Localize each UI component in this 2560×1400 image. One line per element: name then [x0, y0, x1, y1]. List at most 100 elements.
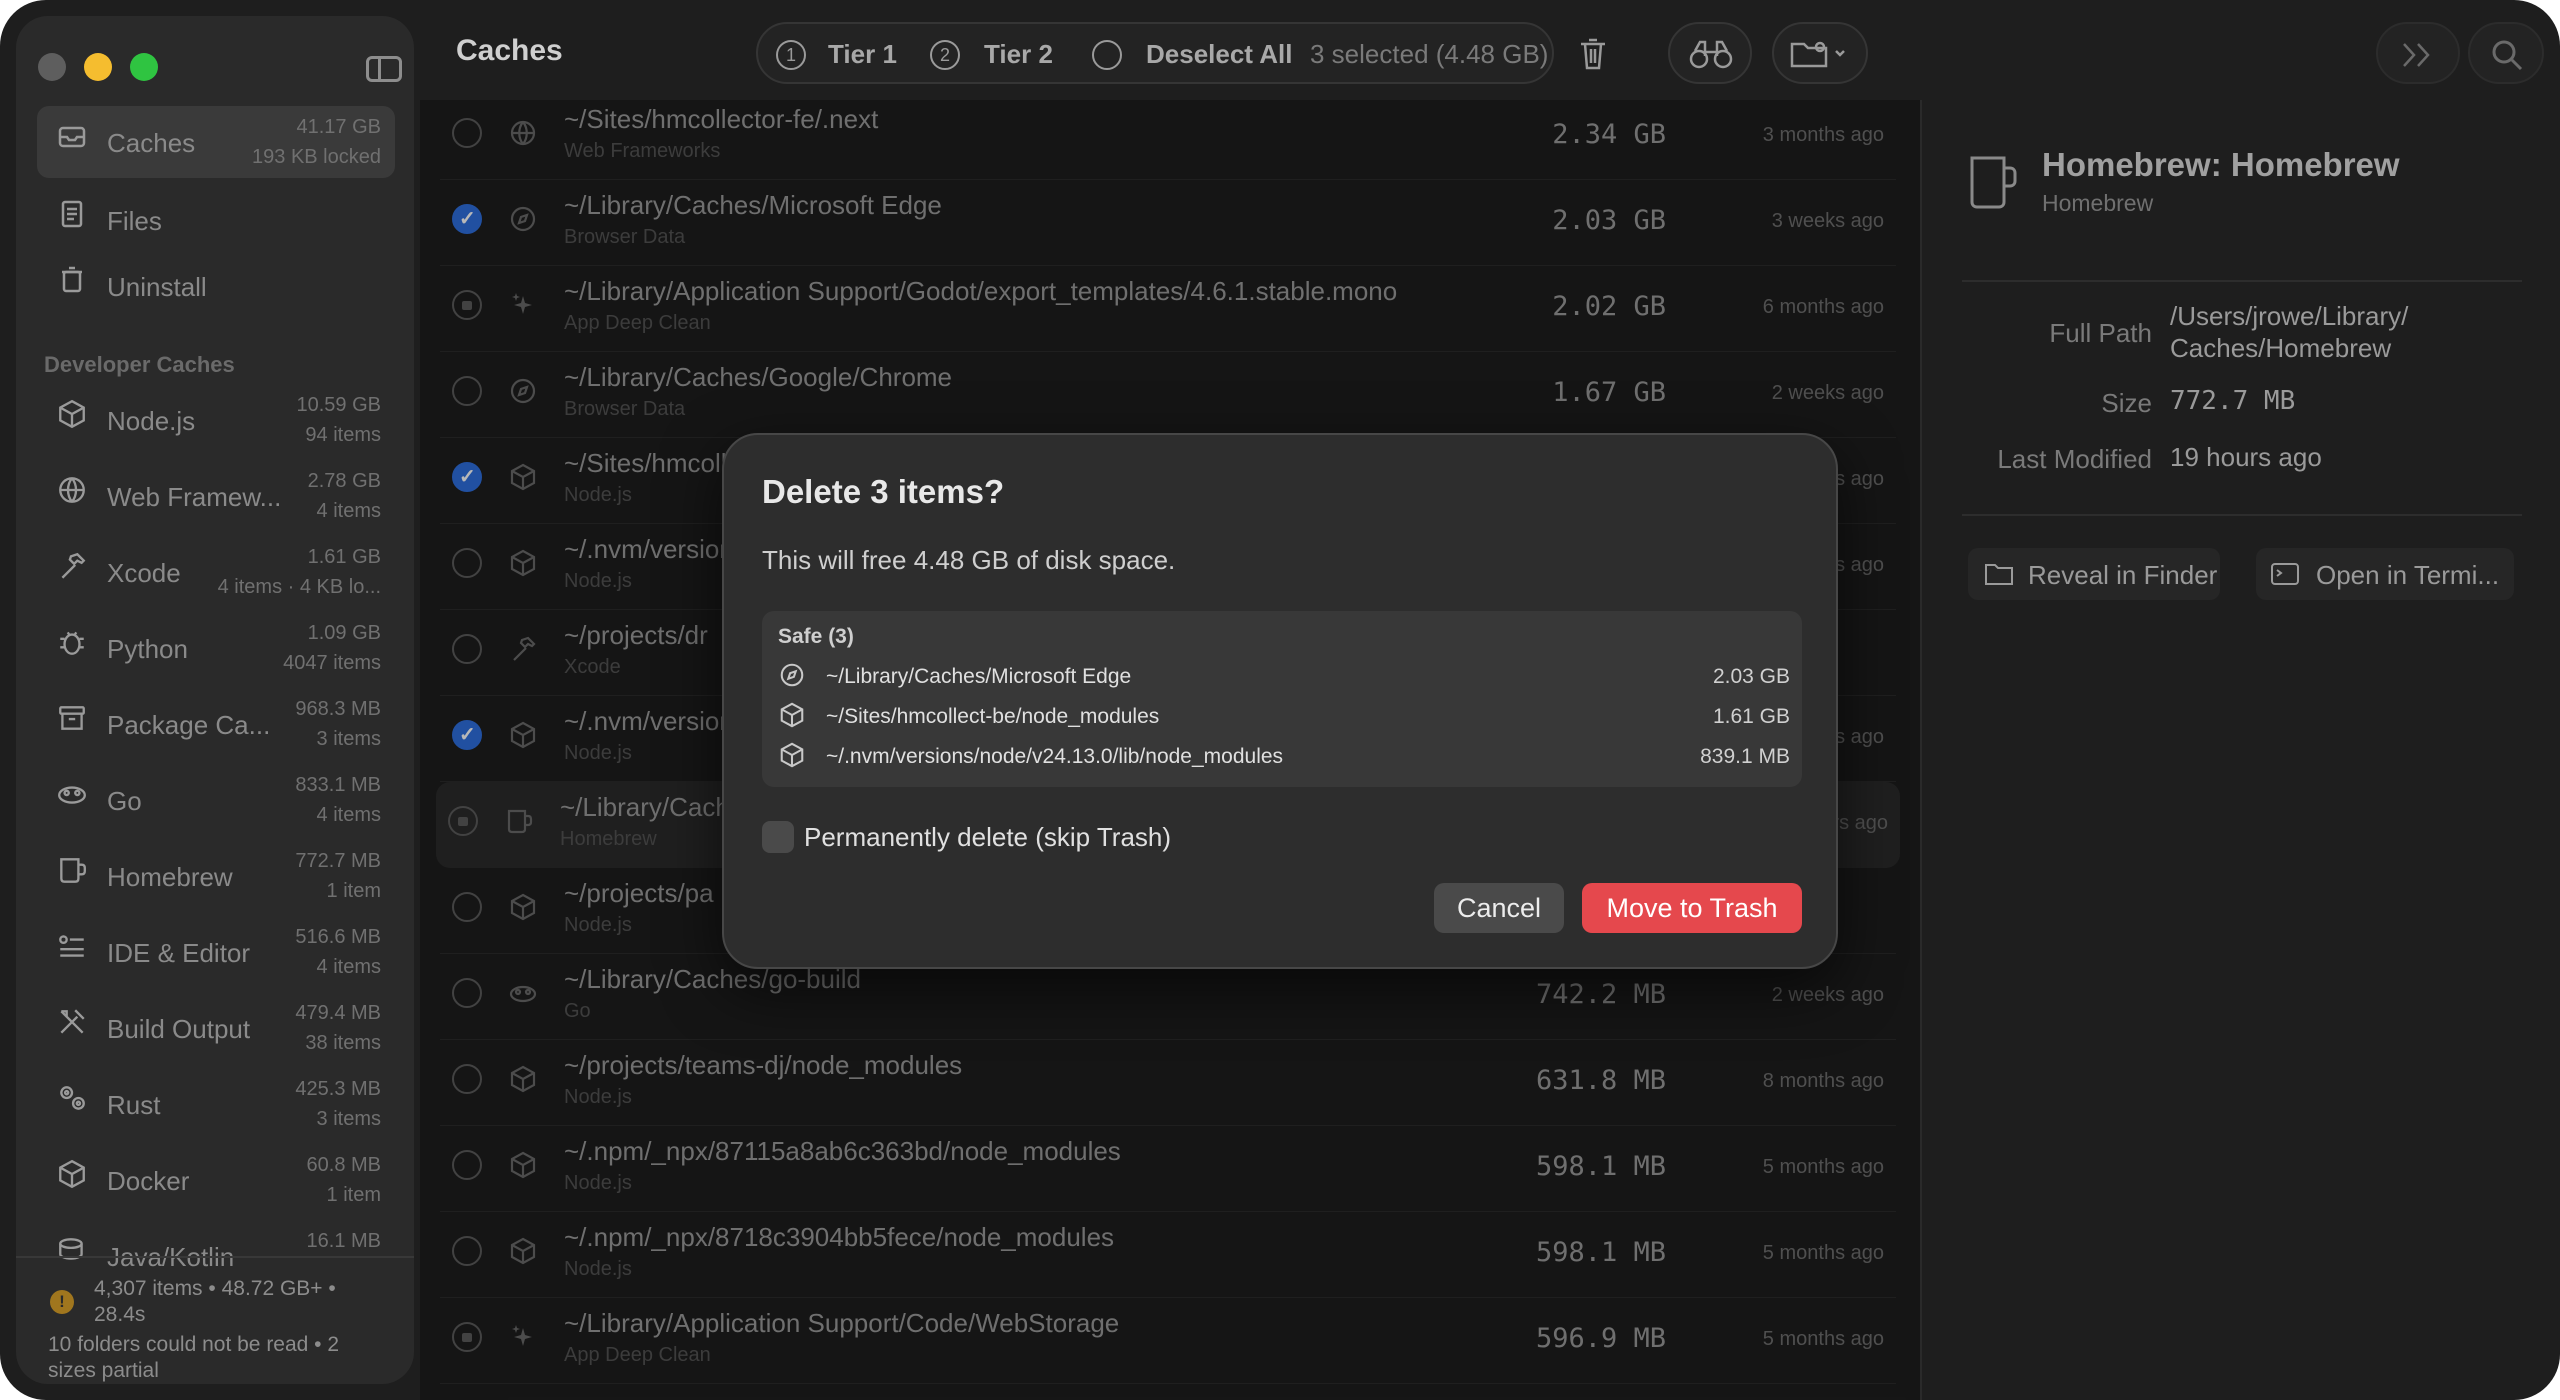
modified-value: 19 hours ago [2170, 442, 2322, 472]
sidebar-item-label: Rust [107, 1090, 161, 1120]
mug-icon [1966, 150, 2018, 210]
dialog-item: ~/Sites/hmcollect-be/node_modules 1.61 GB [778, 699, 1790, 735]
terminal-label: Open in Termi... [2316, 560, 2500, 590]
dialog-item-group: Safe (3) ~/Library/Caches/Microsoft Edge… [762, 611, 1802, 787]
section-title: Developer Caches [44, 352, 235, 377]
divider [1962, 280, 2522, 282]
delete-dialog: Delete 3 items? This will free 4.48 GB o… [722, 433, 1838, 969]
document-icon [55, 198, 89, 232]
sidebar-item-label: Uninstall [107, 272, 207, 302]
search-button[interactable] [2468, 22, 2544, 84]
sidebar-item-detail: 193 KB locked [252, 146, 381, 168]
open-in-terminal-button[interactable]: Open in Termi... [2256, 548, 2514, 600]
sidebar-item-size: 1.09 GB [307, 622, 381, 644]
minimize-window-button[interactable] [84, 53, 112, 81]
sidebar-item-label: Node.js [107, 406, 196, 436]
sidebar-item-label: IDE & Editor [107, 938, 251, 968]
sidebar-item-size: 516.6 MB [295, 926, 381, 948]
sidebar-item-detail: 38 items [305, 1032, 381, 1054]
sidebar-item-homebrew[interactable]: Homebrew 772.7 MB 1 item [37, 840, 395, 912]
sidebar-item-detail: 4 items · 4 KB lo... [217, 576, 381, 598]
sidebar-item-go[interactable]: Go 833.1 MB 4 items [37, 764, 395, 836]
sidebar-item-caches[interactable]: Caches 41.17 GB 193 KB locked [37, 106, 395, 178]
sidebar-item-size: 833.1 MB [295, 774, 381, 796]
dialog-item-size: 2.03 GB [1712, 665, 1790, 688]
dialog-title: Delete 3 items? [762, 473, 1005, 510]
tier-2-icon: 2 [930, 40, 960, 70]
sidebar-item-node-js[interactable]: Node.js 10.59 GB 94 items [37, 384, 395, 456]
sidebar-item-label: Go [107, 786, 142, 816]
dialog-message: This will free 4.48 GB of disk space. [762, 545, 1176, 575]
folder-settings-button[interactable] [1772, 22, 1868, 84]
deselect-all-button[interactable]: Deselect All [1146, 39, 1292, 70]
sidebar-item-docker[interactable]: Docker 60.8 MB 1 item [37, 1144, 395, 1216]
sidebar-item-label: Python [107, 634, 188, 664]
warning-icon: ! [50, 1290, 74, 1314]
move-to-trash-button[interactable]: Move to Trash [1582, 883, 1802, 933]
sidebar-item-size: 60.8 MB [306, 1154, 381, 1176]
sidebar-item-label: Build Output [107, 1014, 251, 1044]
sidebar-item-size: 968.3 MB [295, 698, 381, 720]
sidebar-item-detail: 3 items [316, 728, 381, 750]
permanent-delete-label[interactable]: Permanently delete (skip Trash) [804, 822, 1171, 853]
cube-icon [778, 701, 808, 731]
close-window-button[interactable] [38, 53, 66, 81]
sidebar-item-size: 425.3 MB [295, 1078, 381, 1100]
tier-2-button[interactable]: Tier 2 [984, 39, 1053, 70]
sidebar-item-ide-editor[interactable]: IDE & Editor 516.6 MB 4 items [37, 916, 395, 988]
sidebar-item-label: Web Framew... [107, 482, 282, 512]
status-bar: ! 4,307 items • 48.72 GB+ • 28.4s 10 fol… [16, 1256, 414, 1384]
sidebar-item-detail: 94 items [305, 424, 381, 446]
gopher-icon [55, 778, 89, 812]
dialog-item-path: ~/Sites/hmcollect-be/node_modules [826, 705, 1160, 728]
dialog-item-path: ~/.nvm/versions/node/v24.13.0/lib/node_m… [826, 745, 1284, 768]
sidebar-item-size: 16.1 MB [306, 1230, 381, 1252]
sidebar-item-size: 41.17 GB [296, 116, 381, 138]
cube-icon [55, 398, 89, 432]
cube-icon [778, 741, 808, 771]
sidebar-item-label: Docker [107, 1166, 190, 1196]
sidebar-item-files[interactable]: Files [37, 184, 395, 256]
reveal-label: Reveal in Finder [2028, 560, 2218, 590]
detail-subtitle: Homebrew [2042, 190, 2154, 216]
permanent-delete-checkbox[interactable] [762, 821, 794, 853]
sidebar-item-package-ca[interactable]: Package Ca... 968.3 MB 3 items [37, 688, 395, 760]
modified-label: Last Modified [1997, 444, 2152, 474]
detail-title: Homebrew: Homebrew [2042, 146, 2400, 183]
status-warning: 10 folders could not be read • 2 sizes p… [48, 1333, 340, 1382]
globe-icon [55, 474, 89, 508]
sidebar-item-web-framew[interactable]: Web Framew... 2.78 GB 4 items [37, 460, 395, 532]
cancel-button[interactable]: Cancel [1434, 883, 1564, 933]
sidebar-item-label: Package Ca... [107, 710, 271, 740]
full-path-label: Full Path [2049, 318, 2152, 348]
terminal-icon [2270, 562, 2300, 593]
sidebar-item-detail: 1 item [326, 880, 381, 902]
sidebar-item-label: Homebrew [107, 862, 233, 892]
sidebar-item-rust[interactable]: Rust 425.3 MB 3 items [37, 1068, 395, 1140]
find-button[interactable] [1668, 22, 1752, 84]
zoom-window-button[interactable] [130, 53, 158, 81]
status-summary: 4,307 items • 48.72 GB+ • 28.4s [94, 1277, 336, 1326]
folder-icon [1984, 562, 2014, 593]
archive-icon [55, 702, 89, 736]
trash-icon[interactable] [1578, 36, 1608, 72]
size-label: Size [2101, 388, 2152, 418]
app-window: Caches 41.17 GB 193 KB locked Files Unins… [0, 0, 2560, 1400]
search-icon [2490, 38, 2524, 77]
selection-toolbar: 1 Tier 1 2 Tier 2 Deselect All 3 selecte… [756, 22, 1605, 84]
sidebar-item-xcode[interactable]: Xcode 1.61 GB 4 items · 4 KB lo... [37, 536, 395, 608]
tray-icon [55, 120, 89, 154]
deselect-circle-icon [1092, 40, 1122, 70]
sidebar-item-python[interactable]: Python 1.09 GB 4047 items [37, 612, 395, 684]
sidebar-item-size: 2.78 GB [307, 470, 381, 492]
sidebar-toggle-icon[interactable] [366, 56, 402, 82]
dialog-item-size: 839.1 MB [1700, 745, 1790, 768]
detail-panel: Homebrew: Homebrew Homebrew Full Path /U… [1920, 100, 2560, 1400]
sidebar-item-build-output[interactable]: Build Output 479.4 MB 38 items [37, 992, 395, 1064]
tier-1-button[interactable]: Tier 1 [828, 39, 897, 70]
sidebar-item-detail: 3 items [316, 1108, 381, 1130]
expand-button[interactable] [2376, 22, 2460, 84]
sidebar-item-uninstall[interactable]: Uninstall [37, 250, 395, 322]
reveal-in-finder-button[interactable]: Reveal in Finder [1968, 548, 2220, 600]
list-icon [55, 930, 89, 964]
